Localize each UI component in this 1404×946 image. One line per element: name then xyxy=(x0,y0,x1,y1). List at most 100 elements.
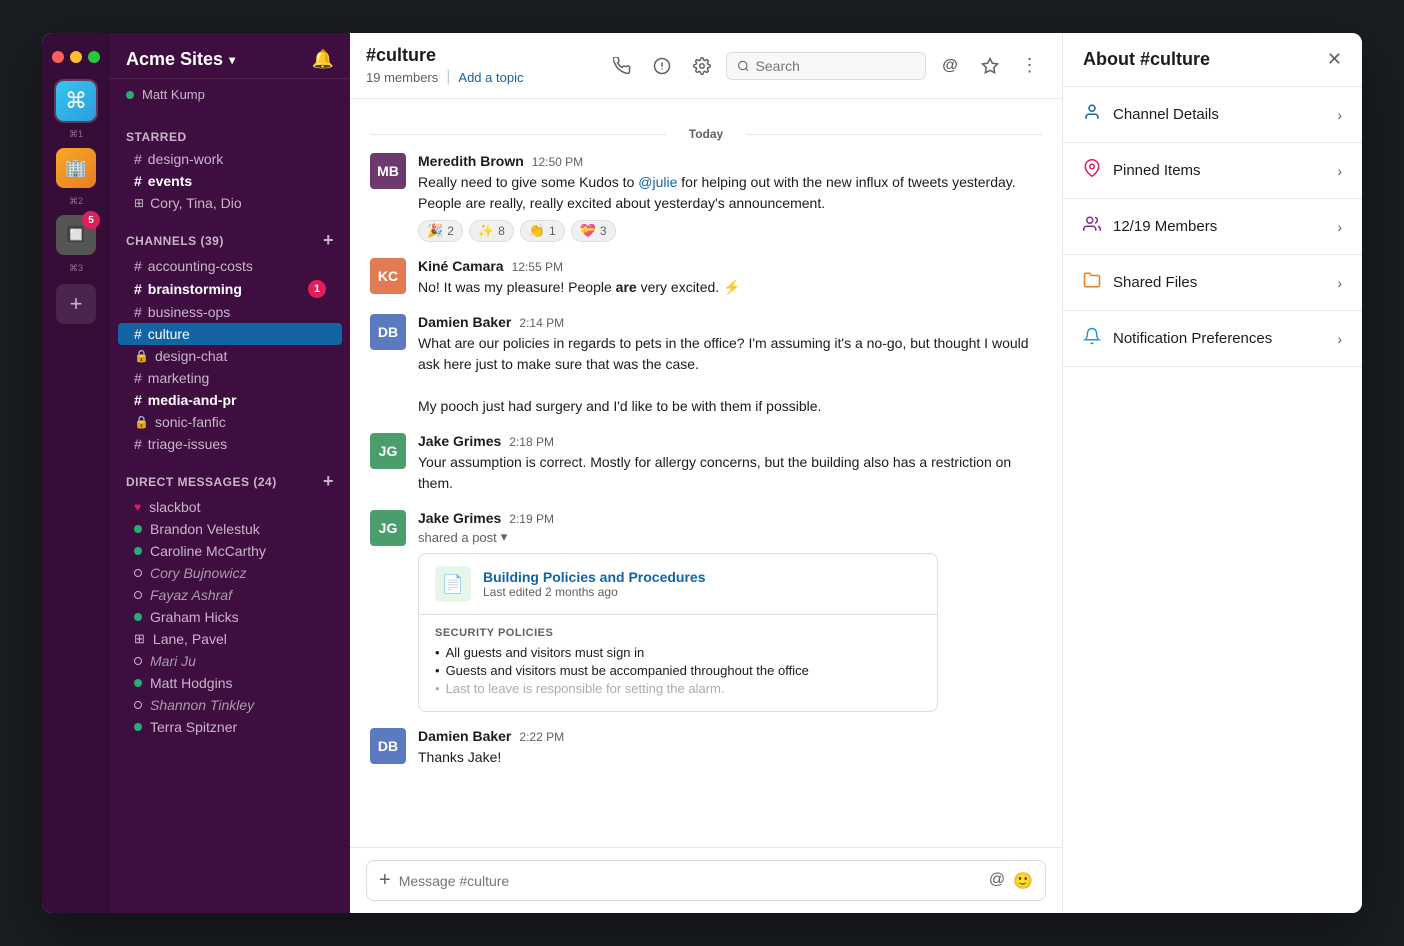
shared-post-label: shared a post ▾ xyxy=(418,529,1042,545)
star-icon[interactable] xyxy=(974,50,1006,82)
table-row: DB Damien Baker 2:14 PM What are our pol… xyxy=(370,314,1042,417)
info-icon[interactable] xyxy=(646,50,678,82)
dm-item-shannon-tinkley[interactable]: Shannon Tinkley xyxy=(118,694,342,716)
message-input[interactable] xyxy=(399,873,981,889)
dm-item-mari-ju[interactable]: Mari Ju xyxy=(118,650,342,672)
minimize-button[interactable] xyxy=(70,51,82,63)
search-input[interactable] xyxy=(756,58,915,74)
search-bar[interactable] xyxy=(726,52,926,80)
lock-icon: 🔒 xyxy=(134,349,149,363)
sender-name[interactable]: Damien Baker xyxy=(418,728,511,744)
sender-name[interactable]: Kiné Camara xyxy=(418,258,504,274)
reaction-item[interactable]: ✨8 xyxy=(469,220,514,242)
kbd-hint-3: ⌘3 xyxy=(69,263,83,274)
reaction-item[interactable]: 💝3 xyxy=(571,220,616,242)
dm-item-caroline-mccarthy[interactable]: Caroline McCarthy xyxy=(118,540,342,562)
sidebar-item-events[interactable]: # events xyxy=(118,170,342,192)
sidebar-item-design-work[interactable]: # design-work xyxy=(118,148,342,170)
panel-item-pinned-items[interactable]: Pinned Items › xyxy=(1063,143,1362,199)
sidebar-item-media-and-pr[interactable]: # media-and-pr xyxy=(118,389,342,411)
channel-name: events xyxy=(148,173,192,189)
channel-name: culture xyxy=(148,326,190,342)
workspace-icon-inner-2: 🏢 xyxy=(56,148,96,188)
workspace-icon-2[interactable]: 🏢 xyxy=(54,146,98,190)
dm-item-graham-hicks[interactable]: Graham Hicks xyxy=(118,606,342,628)
dm-item-cory-bujnowicz[interactable]: Cory Bujnowicz xyxy=(118,562,342,584)
security-item-text: All guests and visitors must sign in xyxy=(446,645,645,660)
channel-name: business-ops xyxy=(148,304,231,320)
panel-item-members[interactable]: 12/19 Members › xyxy=(1063,199,1362,255)
panel-item-shared-files[interactable]: Shared Files › xyxy=(1063,255,1362,311)
message-content: Meredith Brown 12:50 PM Really need to g… xyxy=(418,153,1042,242)
message-input-box: + @ 🙂 xyxy=(366,860,1046,901)
post-title[interactable]: Building Policies and Procedures xyxy=(483,569,706,585)
workspace-icon-1[interactable]: ⌘ xyxy=(54,79,98,123)
add-workspace-button[interactable]: + xyxy=(56,284,96,324)
panel-item-label: 12/19 Members xyxy=(1113,218,1217,235)
sidebar-item-brainstorming[interactable]: # brainstorming 1 xyxy=(118,277,342,301)
add-attachment-button[interactable]: + xyxy=(379,869,391,892)
maximize-button[interactable] xyxy=(88,51,100,63)
reaction-item[interactable]: 🎉2 xyxy=(418,220,463,242)
messages-container: Today MB Meredith Brown 12:50 PM Really … xyxy=(350,99,1062,847)
sidebar-item-accounting-costs[interactable]: # accounting-costs xyxy=(118,255,342,277)
header-divider: | xyxy=(446,68,450,86)
sender-name[interactable]: Jake Grimes xyxy=(418,433,501,449)
at-mention-icon[interactable]: @ xyxy=(989,871,1005,891)
message-time: 2:14 PM xyxy=(519,316,564,330)
dm-item-lane-pavel[interactable]: ⊞ Lane, Pavel xyxy=(118,628,342,650)
close-button[interactable] xyxy=(52,51,64,63)
document-icon: 📄 xyxy=(435,566,471,602)
at-icon[interactable]: @ xyxy=(934,50,966,82)
emoji-icon[interactable]: 🙂 xyxy=(1013,871,1033,891)
security-item-text: Last to leave is responsible for setting… xyxy=(446,681,725,696)
sidebar-item-sonic-fanfic[interactable]: 🔒 sonic-fanfic xyxy=(118,411,342,433)
unread-badge-3: 5 xyxy=(82,211,100,229)
more-icon[interactable]: ⋮ xyxy=(1014,50,1046,82)
panel-item-left: 12/19 Members xyxy=(1083,215,1217,238)
settings-icon[interactable] xyxy=(686,50,718,82)
workspace-name[interactable]: Acme Sites ▾ xyxy=(126,49,235,70)
dm-item-matt-hodgins[interactable]: Matt Hodgins xyxy=(118,672,342,694)
mention[interactable]: @julie xyxy=(638,174,677,190)
shared-post-card: 📄 Building Policies and Procedures Last … xyxy=(418,553,938,712)
message-header: Jake Grimes 2:19 PM xyxy=(418,510,1042,526)
hash-icon: # xyxy=(134,258,142,274)
sidebar-item-culture[interactable]: # culture xyxy=(118,323,342,345)
call-icon[interactable] xyxy=(606,50,638,82)
dm-item-fayaz-ashraf[interactable]: Fayaz Ashraf xyxy=(118,584,342,606)
sidebar-item-marketing[interactable]: # marketing xyxy=(118,367,342,389)
panel-item-channel-details[interactable]: Channel Details › xyxy=(1063,87,1362,143)
workspace-icon-3[interactable]: 🔲 5 xyxy=(54,213,98,257)
bullet-icon: • xyxy=(435,681,440,696)
message-header: Jake Grimes 2:18 PM xyxy=(418,433,1042,449)
sidebar-item-cory-tina-dio[interactable]: ⊞ Cory, Tina, Dio xyxy=(118,192,342,214)
group-dm-icon: ⊞ xyxy=(134,631,145,647)
list-item: • Guests and visitors must be accompanie… xyxy=(435,663,921,678)
date-divider: Today xyxy=(370,127,1042,141)
sidebar-item-design-chat[interactable]: 🔒 design-chat xyxy=(118,345,342,367)
unread-badge: 1 xyxy=(308,280,326,298)
add-dm-button[interactable]: + xyxy=(323,471,334,492)
panel-item-notification-prefs[interactable]: Notification Preferences › xyxy=(1063,311,1362,367)
dm-item-terra-spitzner[interactable]: Terra Spitzner xyxy=(118,716,342,738)
user-status[interactable]: Matt Kump xyxy=(110,79,350,114)
add-channel-button[interactable]: + xyxy=(323,230,334,251)
dm-section-label: DIRECT MESSAGES (24) + xyxy=(110,455,350,496)
add-topic-link[interactable]: Add a topic xyxy=(458,70,523,85)
dm-item-slackbot[interactable]: ♥ slackbot xyxy=(118,496,342,518)
status-indicator-online xyxy=(134,525,142,533)
sender-name[interactable]: Jake Grimes xyxy=(418,510,501,526)
sidebar-item-triage-issues[interactable]: # triage-issues xyxy=(118,433,342,455)
table-row: JG Jake Grimes 2:18 PM Your assumption i… xyxy=(370,433,1042,494)
starred-section-label: STARRED xyxy=(110,114,350,148)
sender-name[interactable]: Damien Baker xyxy=(418,314,511,330)
sidebar-item-business-ops[interactable]: # business-ops xyxy=(118,301,342,323)
notification-bell-icon[interactable]: 🔔 xyxy=(312,49,334,70)
reaction-item[interactable]: 👏1 xyxy=(520,220,565,242)
close-panel-button[interactable]: ✕ xyxy=(1327,49,1342,70)
message-header: Meredith Brown 12:50 PM xyxy=(418,153,1042,169)
dm-item-brandon-velestuk[interactable]: Brandon Velestuk xyxy=(118,518,342,540)
sender-name[interactable]: Meredith Brown xyxy=(418,153,524,169)
status-indicator-offline xyxy=(134,591,142,599)
